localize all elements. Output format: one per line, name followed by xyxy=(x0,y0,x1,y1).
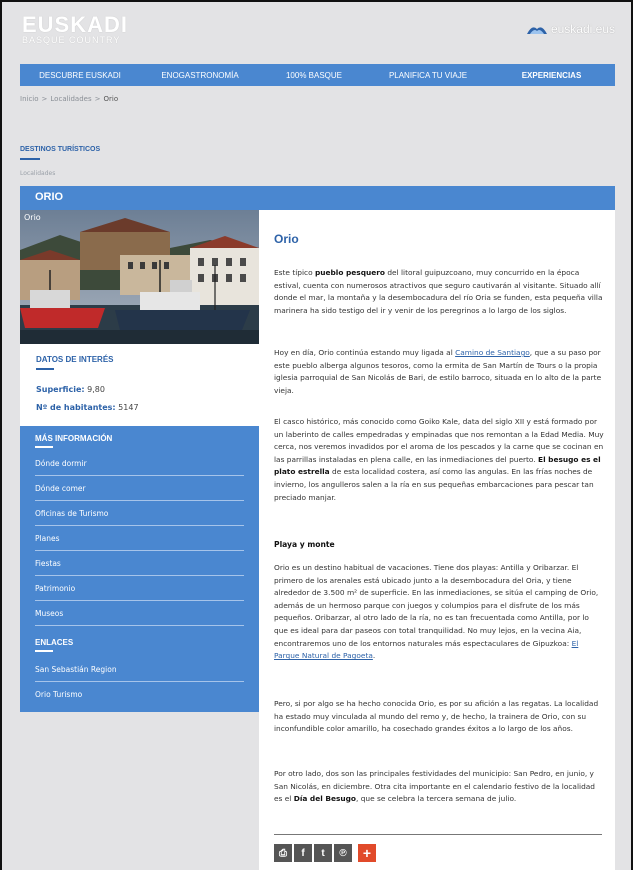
pinterest-icon[interactable]: ℗ xyxy=(334,844,352,862)
print-icon[interactable]: ⎙ xyxy=(274,844,292,862)
nav-item-experiencias[interactable]: EXPERIENCIAS xyxy=(488,71,615,80)
more-share-icon[interactable]: + xyxy=(358,844,376,862)
place-title-bar: ORIO xyxy=(20,186,615,210)
info-title: DATOS DE INTERÉS xyxy=(36,355,114,364)
nav-item-100-basque[interactable]: 100% BASQUE xyxy=(260,71,368,80)
nav-item-descubre-euskadi[interactable]: DESCUBRE EUSKADI xyxy=(20,71,140,80)
inhabitants-value: 5147 xyxy=(118,403,139,412)
breadcrumb-localidades[interactable]: Localidades xyxy=(50,95,91,103)
p1-text-a: Este típico xyxy=(274,268,315,277)
euskadi-logo-icon xyxy=(526,27,547,34)
harbor-illustration xyxy=(20,210,259,344)
nav-item-enogastronomia[interactable]: ENOGASTRONOMÍA xyxy=(140,71,260,80)
link-patrimonio[interactable]: Patrimonio xyxy=(35,577,244,601)
euskadi-eus-link[interactable]: euskadi.eus xyxy=(526,22,615,36)
paragraph-3: El casco histórico, más conocido como Go… xyxy=(274,416,604,504)
place-title: ORIO xyxy=(35,191,64,203)
paragraph-5: Pero, si por algo se ha hecho conocida O… xyxy=(274,699,599,734)
article-divider xyxy=(274,834,602,835)
breadcrumb: Inicio > Localidades > Orio xyxy=(20,95,118,103)
info-underline xyxy=(36,368,54,370)
surface-label: Superficie: xyxy=(36,385,85,394)
link-museos[interactable]: Museos xyxy=(35,602,244,626)
inhabitants-label: Nº de habitantes: xyxy=(36,403,116,412)
surface-value: 9,80 xyxy=(87,385,105,394)
paragraph-4: Orio es un destino habitual de vacacione… xyxy=(274,562,604,663)
main-nav: DESCUBRE EUSKADI ENOGASTRONOMÍA 100% BAS… xyxy=(20,64,615,86)
more-info-title: MÁS INFORMACIÓN xyxy=(35,434,113,443)
facebook-icon[interactable]: f xyxy=(294,844,312,862)
share-bar: ⎙ f t ℗ + xyxy=(274,844,376,862)
site-header: EUSKADI BASQUE COUNTRY euskadi.eus xyxy=(2,2,631,64)
link-donde-comer[interactable]: Dónde comer xyxy=(35,477,244,501)
subhead-playa-monte: Playa y monte xyxy=(274,540,335,549)
link-orio-turismo[interactable]: Orio Turismo xyxy=(35,683,244,707)
camino-de-santiago-link[interactable]: Camino de Santiago xyxy=(455,348,530,357)
datos-de-interes: DATOS DE INTERÉS Superficie: 9,80 Nº de … xyxy=(20,344,259,426)
article: Orio Este típico pueblo pesquero del lit… xyxy=(259,210,615,870)
link-donde-dormir[interactable]: Dónde dormir xyxy=(35,452,244,476)
link-oficinas-turismo[interactable]: Oficinas de Turismo xyxy=(35,502,244,526)
info-inhabitants: Nº de habitantes: 5147 xyxy=(36,403,139,412)
nav-item-planifica-tu-viaje[interactable]: PLANIFICA TU VIAJE xyxy=(368,71,488,80)
article-title: Orio xyxy=(274,232,299,246)
brand-text: euskadi.eus xyxy=(550,22,615,36)
link-san-sebastian-region[interactable]: San Sebastián Region xyxy=(35,658,244,682)
side-panel: MÁS INFORMACIÓN Dónde dormir Dónde comer… xyxy=(20,426,259,712)
link-fiestas[interactable]: Fiestas xyxy=(35,552,244,576)
place-photo: Orio xyxy=(20,210,259,344)
logo-subtitle[interactable]: BASQUE COUNTRY xyxy=(22,35,120,45)
paragraph-6: Por otro lado, dos son las principales f… xyxy=(274,768,604,806)
links-underline xyxy=(35,650,53,652)
more-info-underline xyxy=(35,446,53,448)
twitter-icon[interactable]: t xyxy=(314,844,332,862)
photo-caption: Orio xyxy=(24,213,41,222)
breadcrumb-current: Orio xyxy=(103,95,119,103)
p6-text-c: , que se celebra la tercera semana de ju… xyxy=(356,794,517,804)
links-title: ENLACES xyxy=(35,638,74,647)
p6-bold: Día del Besugo xyxy=(293,794,357,804)
paragraph-1: Este típico pueblo pesquero del litoral … xyxy=(274,267,604,317)
breadcrumb-separator: > xyxy=(41,95,48,103)
p4-text-a: Orio es un destino habitual de vacacione… xyxy=(274,563,599,648)
p4-text-b: . xyxy=(372,651,376,661)
info-surface: Superficie: 9,80 xyxy=(36,385,105,394)
breadcrumb-home[interactable]: Inicio xyxy=(20,95,39,103)
p1-bold: pueblo pesquero xyxy=(314,268,385,277)
section-label: DESTINOS TURÍSTICOS xyxy=(20,146,101,153)
breadcrumb-separator: > xyxy=(94,95,101,103)
paragraph-2: Hoy en día, Orio continúa estando muy li… xyxy=(274,347,604,397)
p2-text-a: Hoy en día, Orio continúa estando muy li… xyxy=(274,348,456,357)
link-planes[interactable]: Planes xyxy=(35,527,244,551)
localidades-link[interactable]: Localidades xyxy=(20,170,55,177)
section-underline xyxy=(20,158,40,160)
